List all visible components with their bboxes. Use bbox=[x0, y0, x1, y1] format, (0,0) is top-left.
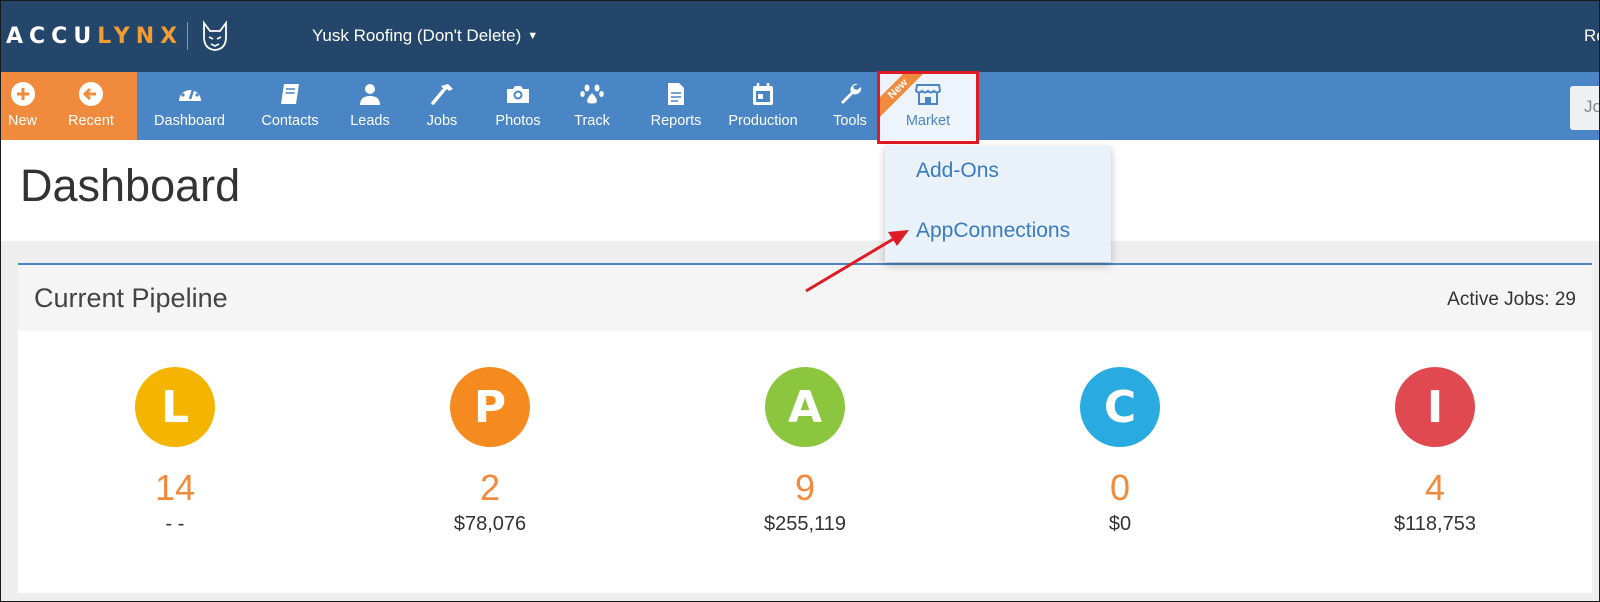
nav-label: Leads bbox=[350, 113, 390, 129]
document-icon bbox=[668, 83, 684, 105]
acculynx-logo[interactable]: ACCULYNX bbox=[6, 20, 232, 51]
stage-amount: $0 bbox=[1108, 513, 1132, 535]
menu-item-appconnections[interactable]: AppConnections bbox=[916, 219, 1070, 243]
nav-photos[interactable]: Photos bbox=[488, 72, 548, 140]
nav-label: Production bbox=[728, 113, 798, 129]
nav-label: Dashboard bbox=[154, 113, 225, 129]
chevron-down-icon: ▼ bbox=[527, 30, 539, 42]
nav-dashboard[interactable]: Dashboard bbox=[137, 72, 242, 140]
person-icon bbox=[360, 84, 380, 105]
nav-reports[interactable]: Reports bbox=[636, 72, 716, 140]
stage-amount: $78,076 bbox=[453, 513, 527, 535]
stage-badge-c[interactable]: C bbox=[1080, 367, 1160, 447]
nav-label: Tools bbox=[833, 113, 867, 129]
nav-leads[interactable]: Leads bbox=[340, 72, 400, 140]
nav-contacts[interactable]: Contacts bbox=[250, 72, 330, 140]
stage-count[interactable]: 0 bbox=[1020, 467, 1220, 509]
nav-label: Recent bbox=[68, 113, 114, 129]
active-jobs-count: Active Jobs: 29 bbox=[1447, 289, 1576, 310]
stage-count[interactable]: 14 bbox=[75, 467, 275, 509]
pipeline-stage-invoiced[interactable]: I 4 $118,753 bbox=[1335, 367, 1535, 536]
pipeline-stage-lead[interactable]: L 14 - - bbox=[75, 367, 275, 536]
nav-new[interactable]: New bbox=[0, 72, 45, 140]
top-header: ACCULYNX Yusk Roofing (Don't Delete) ▼ R… bbox=[0, 0, 1600, 72]
menu-item-add-ons[interactable]: Add-Ons bbox=[916, 159, 999, 183]
stage-amount: $118,753 bbox=[1394, 513, 1476, 535]
pipeline-stage-prospect[interactable]: P 2 $78,076 bbox=[390, 367, 590, 536]
company-name: Yusk Roofing (Don't Delete) bbox=[312, 26, 522, 45]
header-right-text[interactable]: Re bbox=[1584, 26, 1600, 46]
market-dropdown-menu: Add-Ons AppConnections bbox=[885, 146, 1111, 262]
nav-label: Photos bbox=[495, 113, 541, 129]
calendar-icon bbox=[753, 83, 773, 105]
nav-label: Reports bbox=[650, 113, 702, 129]
arrow-left-circle-icon bbox=[79, 82, 103, 106]
stage-badge-i[interactable]: I bbox=[1395, 367, 1475, 447]
camera-icon bbox=[507, 86, 529, 103]
market-highlight-box bbox=[877, 71, 979, 144]
nav-label: Contacts bbox=[261, 113, 319, 129]
nav-label: New bbox=[7, 113, 37, 129]
nav-jobs[interactable]: Jobs bbox=[412, 72, 472, 140]
stage-amount: - - bbox=[165, 513, 185, 535]
logo-text-lynx: LYNX bbox=[97, 23, 184, 49]
logo-text-accu: ACCU bbox=[6, 23, 98, 49]
stage-badge-a[interactable]: A bbox=[765, 367, 845, 447]
lynx-cat-icon bbox=[203, 20, 227, 51]
dashboard-gauge-icon bbox=[178, 87, 201, 101]
nav-label: Jobs bbox=[426, 113, 458, 129]
hammer-icon bbox=[431, 84, 453, 105]
page-title: Dashboard bbox=[20, 160, 241, 211]
nav-production[interactable]: Production bbox=[718, 72, 808, 140]
nav-tools[interactable]: Tools bbox=[822, 72, 878, 140]
logo-divider bbox=[187, 22, 189, 50]
current-pipeline-panel: Current Pipeline Active Jobs: 29 L 14 - … bbox=[18, 263, 1592, 593]
job-search-input[interactable]: Jo bbox=[1570, 86, 1600, 130]
nav-recent[interactable]: Recent bbox=[45, 72, 137, 140]
stage-count[interactable]: 4 bbox=[1335, 467, 1535, 509]
book-icon bbox=[281, 84, 299, 104]
plus-circle-icon bbox=[10, 82, 35, 106]
pipeline-stage-completed[interactable]: C 0 $0 bbox=[1020, 367, 1220, 536]
company-selector[interactable]: Yusk Roofing (Don't Delete) ▼ bbox=[312, 26, 538, 46]
wrench-icon bbox=[841, 83, 862, 104]
panel-header: Current Pipeline Active Jobs: 29 bbox=[18, 265, 1592, 331]
pipeline-stage-approved[interactable]: A 9 $255,119 bbox=[705, 367, 905, 536]
main-nav: New Recent Dashboard Contacts Leads Jobs… bbox=[0, 72, 1600, 140]
nav-label: Track bbox=[574, 113, 610, 129]
stage-badge-p[interactable]: P bbox=[450, 367, 530, 447]
paw-icon bbox=[580, 84, 604, 104]
stage-amount: $255,119 bbox=[764, 513, 846, 535]
stage-badge-l[interactable]: L bbox=[135, 367, 215, 447]
stage-count[interactable]: 9 bbox=[705, 467, 905, 509]
nav-track[interactable]: Track bbox=[562, 72, 622, 140]
stage-count[interactable]: 2 bbox=[390, 467, 590, 509]
panel-title: Current Pipeline bbox=[34, 283, 228, 313]
